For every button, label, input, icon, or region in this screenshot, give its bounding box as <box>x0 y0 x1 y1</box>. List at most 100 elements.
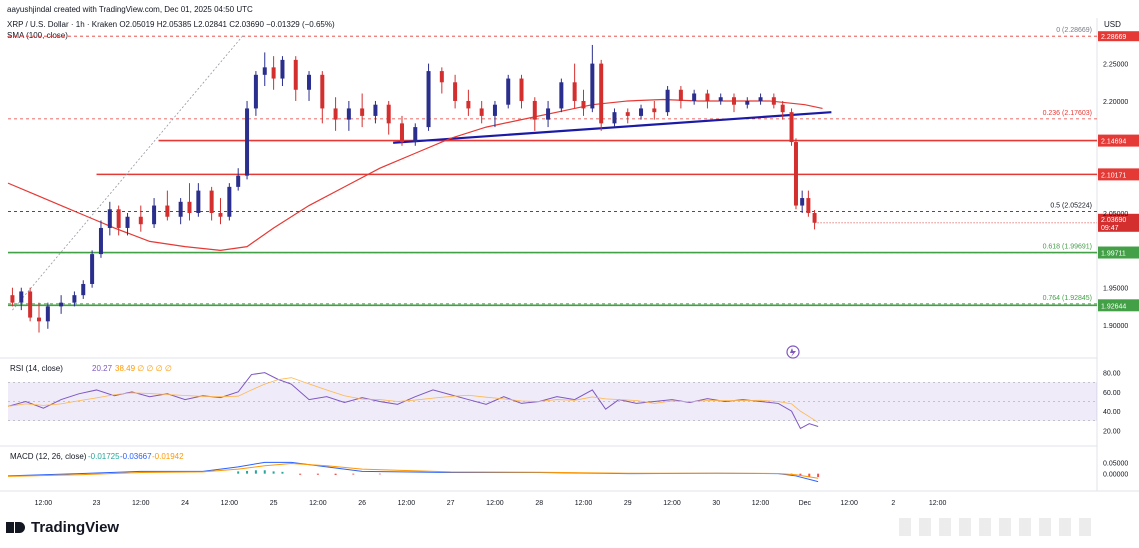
time-tick-label: 29 <box>624 500 632 507</box>
time-tick-label: 12:00 <box>840 500 858 507</box>
replay-icon[interactable] <box>786 345 800 359</box>
high-badge-label: 2.28669 <box>1101 34 1126 41</box>
horizontal-levels: 0 (2.28669) 0.236 (2.17603) 0.5 (2.05224) 0… <box>8 27 1139 312</box>
candle-body <box>705 93 710 101</box>
candle-body <box>399 123 404 143</box>
time-tick-label: 27 <box>447 500 455 507</box>
fib-level-label: 0 (2.28669) <box>1056 27 1092 34</box>
candle-body <box>692 93 697 101</box>
candle-body <box>758 97 763 101</box>
candle-body <box>320 74 325 109</box>
candle-body <box>466 100 471 109</box>
fib-level-label: 0.764 (1.92845) <box>1043 295 1092 302</box>
macd-histogram-bar <box>263 470 266 474</box>
macd-histogram-bar <box>272 471 275 474</box>
rsi-tick-label: 20.00 <box>1103 428 1121 435</box>
candle-body <box>806 198 811 214</box>
candle-body <box>572 82 577 101</box>
candle-body <box>196 190 201 214</box>
candle-body <box>612 112 617 124</box>
time-tick-label: 12:00 <box>663 500 681 507</box>
candle-body <box>45 306 50 322</box>
rsi-value: 20.27 <box>92 364 113 373</box>
time-tick-label: 12:00 <box>752 500 770 507</box>
candle-body <box>19 291 24 303</box>
time-tick-label: 26 <box>358 500 366 507</box>
candle-body <box>107 209 112 228</box>
fib-level-label: 0.236 (2.17603) <box>1043 110 1092 117</box>
candle-body <box>678 89 683 101</box>
time-tick-label: 12:00 <box>929 500 947 507</box>
fib-level-label: 0.618 (1.99691) <box>1043 244 1092 251</box>
macd-line-value: -0.03667 <box>120 452 152 461</box>
candle-body <box>209 190 214 214</box>
candle-body <box>187 201 192 214</box>
candle-body <box>271 67 276 79</box>
candle-body <box>227 186 232 217</box>
time-tick-label: Dec <box>799 500 812 507</box>
candle-body <box>59 302 64 307</box>
candle-body <box>479 108 484 116</box>
brand-name: TradingView <box>31 519 120 536</box>
candle-body <box>218 213 223 217</box>
candle-body <box>599 63 604 124</box>
macd-histogram-bar <box>299 473 302 475</box>
candle-body <box>152 205 157 225</box>
time-tick-label: 12:00 <box>575 500 593 507</box>
rsi-tick-label: 40.00 <box>1103 409 1121 416</box>
candle-body <box>10 295 15 303</box>
price-tick-label: 1.95000 <box>1103 286 1128 293</box>
price-tick-label: 1.90000 <box>1103 323 1128 330</box>
countdown-label: 09:47 <box>1101 225 1119 232</box>
drawn-lines <box>12 35 832 311</box>
candle-body <box>426 71 431 128</box>
candle-body <box>590 63 595 109</box>
candle-body <box>125 216 130 228</box>
time-tick-label: 23 <box>93 500 101 507</box>
candle-body <box>519 78 524 101</box>
price-tick-label: 2.05000 <box>1103 211 1128 218</box>
time-tick-label: 12:00 <box>486 500 504 507</box>
candle-body <box>718 97 723 101</box>
macd-histogram-bar <box>378 473 381 475</box>
candle-body <box>793 142 798 206</box>
price-tick-label: 2.25000 <box>1103 62 1128 69</box>
macd-histogram-bar <box>334 473 337 476</box>
rsi-tick-label: 80.00 <box>1103 371 1121 378</box>
candle-body <box>81 283 86 296</box>
candle-body <box>178 201 183 217</box>
candle-body <box>98 227 103 255</box>
candle-body <box>360 108 365 116</box>
macd-signal-line <box>7 462 819 479</box>
rsi-tick-label: 60.00 <box>1103 390 1121 397</box>
price-badge-label: 1.99711 <box>1101 251 1126 258</box>
candle-body <box>333 108 338 120</box>
candle-body <box>28 291 33 318</box>
time-tick-label: 28 <box>535 500 543 507</box>
symbol-line: XRP / U.S. Dollar · 1h · Kraken O2.05019… <box>7 20 335 29</box>
trend-line <box>393 111 832 144</box>
author-line: aayushjindal created with TradingView.co… <box>7 5 253 14</box>
macd-histogram-bar <box>281 471 284 474</box>
chart-canvas[interactable]: aayushjindal created with TradingView.co… <box>0 0 1139 548</box>
candle-body <box>72 295 77 303</box>
candle-body <box>253 74 258 109</box>
candle-body <box>800 198 805 206</box>
candle-body <box>780 104 785 113</box>
time-tick-label: 12:00 <box>132 500 150 507</box>
macd-tick-label: 0.00000 <box>1103 472 1128 479</box>
candles <box>10 44 817 333</box>
candle-body <box>745 100 750 105</box>
watermark <box>899 518 1099 536</box>
time-tick-label: 12:00 <box>35 500 53 507</box>
candle-body <box>789 112 794 143</box>
candle-body <box>439 71 444 83</box>
tradingview-logo-icon <box>6 522 26 533</box>
time-tick-label: 24 <box>181 500 189 507</box>
macd-pane: 0.05000 0.00000 <box>7 460 1128 483</box>
time-tick-label: 2 <box>891 500 895 507</box>
candle-body <box>771 97 776 105</box>
macd-line <box>7 461 819 483</box>
candle-body <box>116 209 121 228</box>
macd-histogram-bar <box>246 470 249 474</box>
